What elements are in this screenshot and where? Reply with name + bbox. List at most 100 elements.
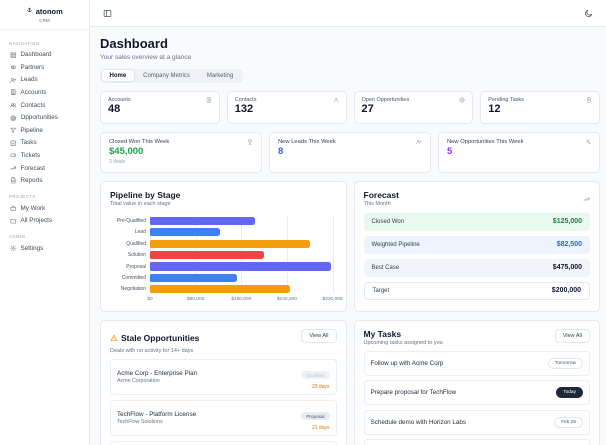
stale-opportunities-list: Acme Corp - Enterprise Plan Acme Corporat… bbox=[110, 358, 337, 445]
forecast-row-value: $200,000 bbox=[551, 287, 581, 295]
sidebar-item-label: Contacts bbox=[20, 101, 46, 109]
gear-icon bbox=[10, 245, 17, 252]
task-title: Schedule demo with Horizon Labs bbox=[370, 418, 467, 426]
brand-logo-icon bbox=[26, 7, 33, 16]
chart-bar-pre-qualified bbox=[150, 216, 256, 226]
building-icon bbox=[206, 97, 211, 103]
chart-row-pre-qualified: Pre-Qualified bbox=[110, 215, 337, 226]
forecast-row-label: Best Case bbox=[371, 264, 400, 271]
chart-row-solution: Solution bbox=[110, 249, 337, 260]
sidebar-item-contacts[interactable]: Contacts bbox=[7, 99, 82, 112]
sidebar-toggle-button[interactable] bbox=[101, 7, 114, 20]
tasks-title: My Tasks bbox=[363, 328, 402, 339]
task-item[interactable]: Review contract terms - PinnacleFeb 27 bbox=[363, 439, 590, 445]
sidebar: atonom CRM Navigation Dashboard Partners Le… bbox=[0, 0, 90, 445]
pipeline-by-stage-card: Pipeline by Stage Total value in each st… bbox=[100, 180, 347, 312]
task-item[interactable]: Follow up with Acme Corp Tomorrow bbox=[363, 350, 590, 376]
forecast-rows: Closed Won $125,000 Weighted Pipeline $82,5… bbox=[363, 212, 590, 300]
nav-section-label-navigation: Navigation bbox=[9, 40, 40, 46]
stale-opportunity-item[interactable]: Pinnacle - Annual SubscriptionPinnacle I… bbox=[110, 440, 337, 445]
user-icon bbox=[333, 97, 338, 103]
sidebar-item-all-projects[interactable]: All Projects bbox=[7, 215, 82, 228]
sidebar-item-dashboard[interactable]: Dashboard bbox=[7, 49, 82, 62]
sidebar-item-opportunities[interactable]: Opportunities bbox=[7, 111, 82, 124]
chart-category-label: Pre-Qualified bbox=[116, 217, 146, 224]
sidebar-item-pipeline[interactable]: Pipeline bbox=[7, 124, 82, 137]
chart-row-lead: Lead bbox=[110, 227, 337, 238]
target-icon bbox=[459, 97, 465, 103]
chart-bar-negotiation bbox=[150, 285, 290, 294]
sidebar-item-settings[interactable]: Settings bbox=[7, 242, 82, 255]
sparkles-icon bbox=[586, 139, 591, 145]
stat-card-contacts: Contacts 132 bbox=[226, 90, 347, 124]
ticket-icon bbox=[10, 153, 16, 158]
chart-tick-label: $160,000 bbox=[231, 297, 252, 303]
dashboard-content: Dashboard Your sales overview at a glanc… bbox=[90, 27, 606, 445]
brand-name: atonom bbox=[35, 7, 63, 16]
forecast-row-value: $475,000 bbox=[552, 264, 582, 272]
sidebar-item-label: Dashboard bbox=[20, 51, 52, 59]
forecast-title: Forecast bbox=[363, 189, 399, 200]
handshake-icon bbox=[10, 65, 16, 70]
weekly-card-closed-won-this-week: Closed Won This Week $45,000 3 deals bbox=[100, 131, 262, 173]
sidebar-item-label: Reports bbox=[20, 177, 43, 185]
chart-tick-label: $240,000 bbox=[276, 297, 297, 303]
chart-x-axis: $0 $80,000 $160,000 $240,000 $320,000 bbox=[110, 297, 342, 304]
task-item[interactable]: Prepare proposal for TechFlow Today bbox=[363, 380, 590, 406]
user-plus-icon bbox=[416, 139, 422, 145]
sidebar-item-my-work[interactable]: My Work bbox=[7, 202, 82, 215]
sidebar-item-tickets[interactable]: Tickets bbox=[7, 149, 82, 162]
chart-row-committed: Committed bbox=[110, 272, 337, 283]
task-item[interactable]: Schedule demo with Horizon Labs Feb 25 bbox=[363, 409, 590, 435]
target-icon bbox=[10, 115, 16, 121]
file-text-icon bbox=[11, 177, 16, 184]
chart-row-proposal: Proposal bbox=[110, 261, 337, 272]
opportunity-name: TechFlow - Platform License bbox=[117, 410, 197, 418]
sidebar-item-label: Forecast bbox=[20, 164, 46, 172]
warning-icon bbox=[110, 334, 118, 341]
sidebar-item-forecast[interactable]: Forecast bbox=[7, 162, 82, 175]
sidebar-item-accounts[interactable]: Accounts bbox=[7, 86, 82, 99]
chart-bar-solution bbox=[150, 251, 265, 260]
sidebar-item-label: All Projects bbox=[20, 217, 53, 225]
forecast-row-weighted-pipeline: Weighted Pipeline $82,500 bbox=[363, 235, 590, 254]
sidebar-item-leads[interactable]: Leads bbox=[7, 74, 82, 87]
tab-bar: Home Company Metrics Marketing bbox=[100, 68, 243, 83]
weekly-label: New Leads This Week bbox=[278, 138, 336, 145]
grid-icon bbox=[10, 52, 16, 58]
stat-label: Pending Tasks bbox=[488, 96, 524, 103]
sidebar-item-reports[interactable]: Reports bbox=[7, 174, 82, 187]
sidebar-item-partners[interactable]: Partners bbox=[7, 61, 82, 74]
weekly-value: $45,000 bbox=[109, 146, 144, 158]
stat-label: Accounts bbox=[108, 96, 131, 103]
briefcase-icon bbox=[10, 205, 16, 211]
forecast-card: Forecast This Month Closed Won $125,000 We… bbox=[353, 180, 600, 312]
stat-value: 27 bbox=[361, 102, 374, 115]
weekly-label: New Opportunities This Week bbox=[447, 138, 524, 145]
nav-section-label-projects: Projects bbox=[9, 194, 36, 200]
chart-tick-label: $80,000 bbox=[186, 297, 205, 303]
sidebar-item-tasks[interactable]: Tasks bbox=[7, 137, 82, 150]
middle-row: Pipeline by Stage Total value in each st… bbox=[100, 180, 600, 312]
stage-badge: Qualified bbox=[301, 371, 330, 380]
stale-opportunities-card: Stale Opportunities Deals with no activi… bbox=[100, 319, 347, 445]
my-tasks-card: My Tasks Upcoming tasks assigned to you … bbox=[353, 319, 600, 445]
chart-category-label: Qualified bbox=[126, 240, 146, 247]
stale-opportunity-item[interactable]: TechFlow - Platform License TechFlow Solu… bbox=[110, 399, 337, 437]
chart-category-label: Solution bbox=[127, 252, 146, 259]
tab-company-metrics[interactable]: Company Metrics bbox=[135, 70, 198, 81]
app-root: atonom CRM Navigation Dashboard Partners Le… bbox=[0, 0, 606, 445]
warning-icon bbox=[110, 329, 118, 347]
tab-marketing[interactable]: Marketing bbox=[199, 70, 241, 81]
weekly-stats-row: Closed Won This Week $45,000 3 deals New Le… bbox=[100, 131, 600, 173]
funnel-icon bbox=[10, 127, 16, 134]
sidebar-item-label: Accounts bbox=[20, 89, 47, 97]
tab-home[interactable]: Home bbox=[101, 70, 135, 82]
stale-view-all-button[interactable]: View All bbox=[301, 328, 337, 343]
chart-bar-lead bbox=[150, 228, 220, 237]
due-badge: Feb 25 bbox=[554, 416, 583, 428]
stat-card-pending-tasks: Pending Tasks 12 bbox=[480, 90, 600, 124]
tasks-view-all-button[interactable]: View All bbox=[554, 328, 590, 343]
stale-opportunity-item[interactable]: Acme Corp - Enterprise Plan Acme Corporat… bbox=[110, 358, 337, 396]
theme-toggle-button[interactable] bbox=[582, 7, 595, 20]
